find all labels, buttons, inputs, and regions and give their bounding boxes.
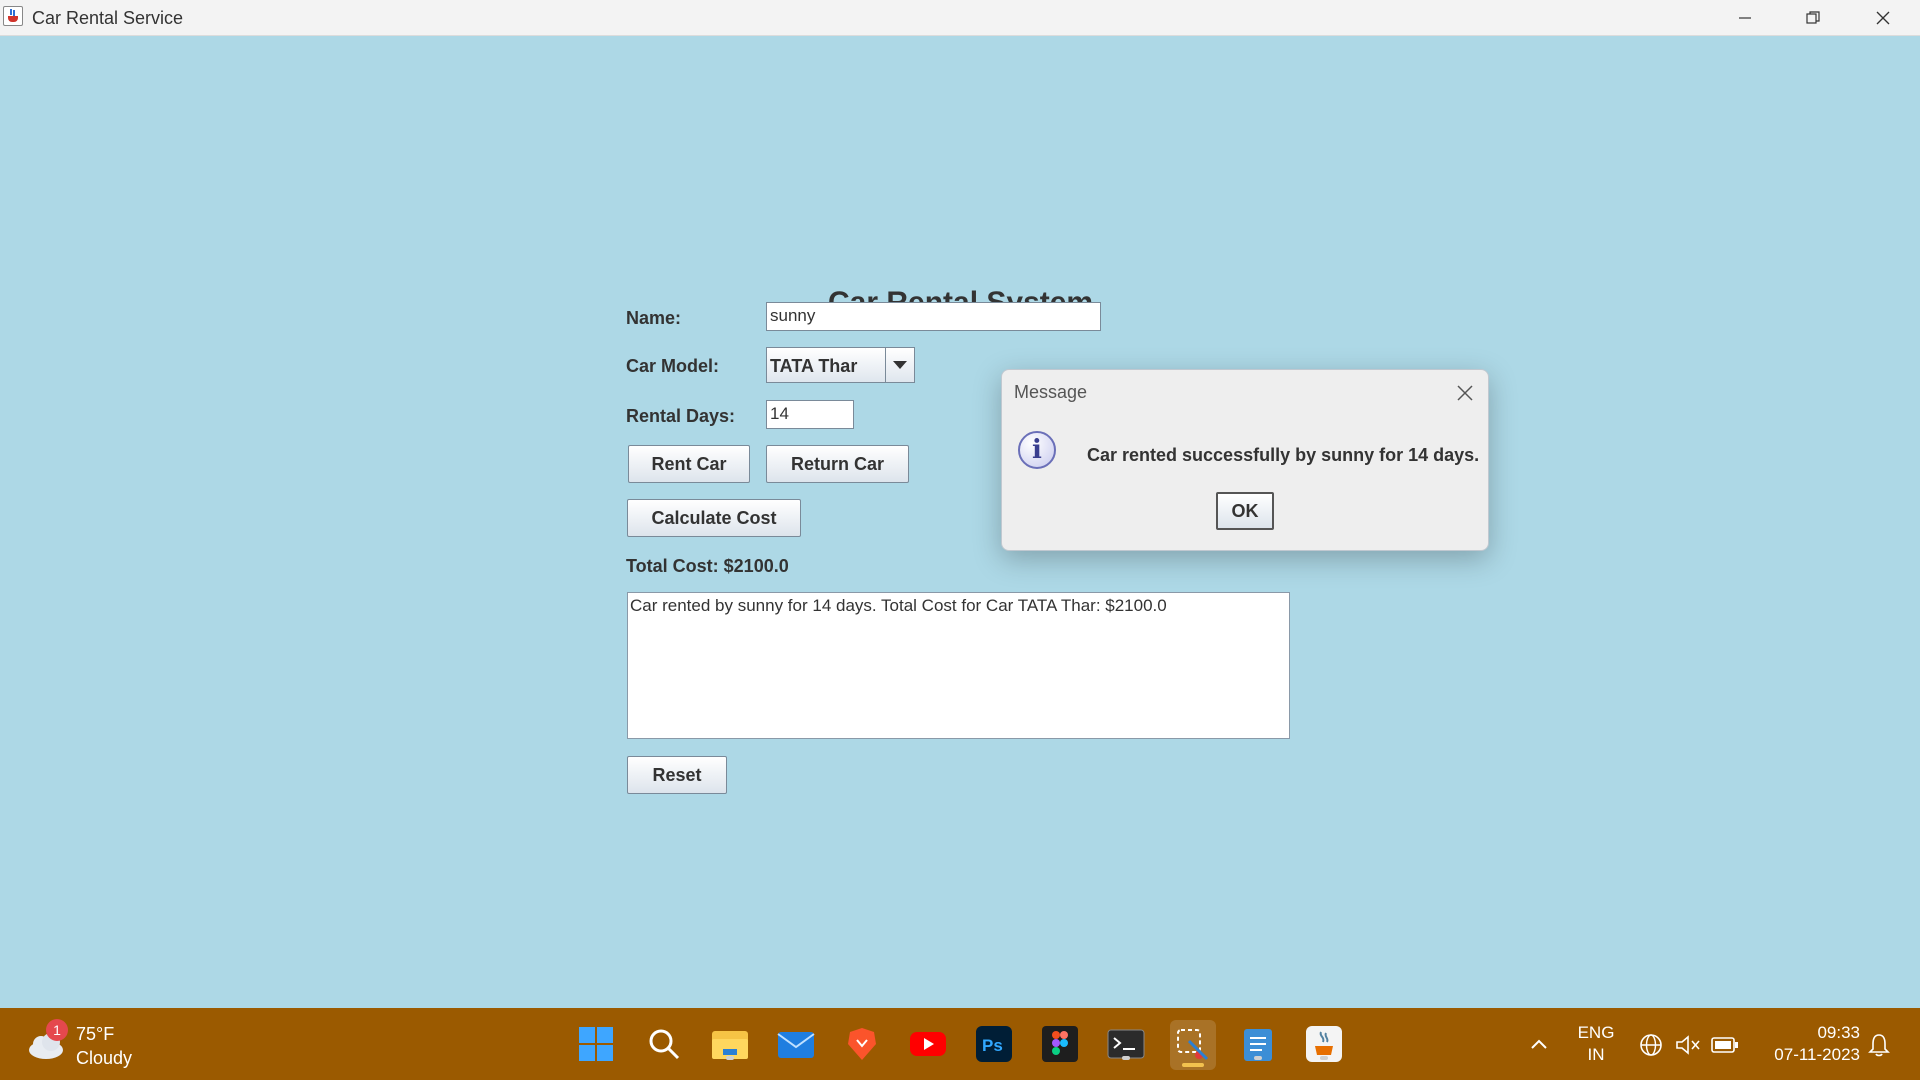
clock[interactable]: 09:33 07-11-2023 xyxy=(1756,1022,1860,1066)
snipping-tool-icon xyxy=(1177,1029,1209,1061)
java-app-icon xyxy=(3,6,23,26)
weather-desc: Cloudy xyxy=(76,1048,133,1068)
clock-date: 07-11-2023 xyxy=(1774,1045,1860,1064)
rent-car-button[interactable]: Rent Car xyxy=(628,445,750,483)
show-hidden-icons-button[interactable] xyxy=(1526,1032,1552,1056)
calculate-cost-button[interactable]: Calculate Cost xyxy=(627,499,801,537)
notepad-button[interactable] xyxy=(1238,1024,1278,1064)
weather-info[interactable]: 75°F Cloudy xyxy=(76,1022,132,1070)
language-indicator[interactable]: ENG IN xyxy=(1574,1022,1618,1066)
terminal-button[interactable] xyxy=(1106,1024,1146,1064)
search-button[interactable] xyxy=(644,1024,684,1064)
dialog-title: Message xyxy=(1014,382,1088,402)
battery-button[interactable] xyxy=(1710,1032,1740,1058)
file-explorer-button[interactable] xyxy=(710,1024,750,1064)
figma-icon xyxy=(1042,1026,1078,1062)
running-indicator xyxy=(1122,1056,1130,1060)
figma-button[interactable] xyxy=(1040,1024,1080,1064)
start-button[interactable] xyxy=(576,1024,616,1064)
rental-days-input[interactable]: 14 xyxy=(766,400,854,429)
weather-badge: 1 xyxy=(46,1019,68,1041)
running-indicator xyxy=(1320,1056,1328,1060)
active-indicator xyxy=(1182,1063,1204,1067)
name-label: Name: xyxy=(626,308,682,328)
volume-button[interactable] xyxy=(1674,1032,1702,1058)
info-icon: i xyxy=(1018,431,1056,469)
network-button[interactable] xyxy=(1638,1032,1664,1058)
weather-temp: 75°F xyxy=(76,1024,115,1044)
restore-icon xyxy=(1806,10,1820,24)
taskbar: 1 75°F Cloudy Ps ENG IN 09:33 07-11-2023 xyxy=(0,1008,1920,1080)
language-bottom: IN xyxy=(1587,1045,1605,1064)
search-icon xyxy=(649,1029,680,1060)
dialog-message: Car rented successfully by sunny for 14 … xyxy=(1087,445,1480,465)
minimize-icon xyxy=(1739,16,1751,19)
close-icon xyxy=(1457,385,1473,401)
reset-button[interactable]: Reset xyxy=(627,756,727,794)
return-car-button[interactable]: Return Car xyxy=(766,445,909,483)
clock-time: 09:33 xyxy=(1817,1023,1860,1042)
brave-icon xyxy=(848,1028,876,1060)
start-icon xyxy=(579,1027,613,1061)
bell-icon xyxy=(1868,1034,1890,1057)
mail-icon xyxy=(777,1032,815,1058)
photoshop-button[interactable]: Ps xyxy=(974,1024,1014,1064)
brave-button[interactable] xyxy=(842,1024,882,1064)
running-indicator xyxy=(726,1056,734,1060)
total-cost-label: Total Cost: $2100.0 xyxy=(626,556,789,576)
running-indicator xyxy=(1254,1056,1262,1060)
mail-button[interactable] xyxy=(776,1024,816,1064)
main-panel: Car Rental System xyxy=(0,36,1920,1008)
car-model-value: TATA Thar xyxy=(770,356,858,376)
car-model-label: Car Model: xyxy=(626,356,720,376)
ok-button[interactable]: OK xyxy=(1216,492,1274,530)
minimize-button[interactable] xyxy=(1710,0,1780,35)
globe-icon xyxy=(1640,1034,1662,1056)
close-icon xyxy=(1876,11,1890,24)
battery-icon xyxy=(1711,1037,1738,1053)
chevron-up-icon xyxy=(1531,1039,1547,1049)
title-bar[interactable]: Car Rental Service xyxy=(0,0,1920,36)
dropdown-arrow-button[interactable] xyxy=(885,348,914,382)
youtube-icon xyxy=(910,1032,946,1056)
youtube-button[interactable] xyxy=(908,1024,948,1064)
photoshop-icon: Ps xyxy=(976,1026,1012,1062)
chevron-down-icon xyxy=(893,361,907,369)
svg-text:Ps: Ps xyxy=(982,1036,1003,1055)
java-button[interactable] xyxy=(1304,1024,1344,1064)
app-window: Car Rental Service Car Rental System Nam… xyxy=(0,0,1920,1008)
car-model-select[interactable]: TATA Thar xyxy=(766,347,915,383)
window-title: Car Rental Service xyxy=(32,8,184,28)
language-top: ENG xyxy=(1577,1023,1615,1042)
volume-muted-icon xyxy=(1676,1035,1700,1055)
message-dialog: Message i Car rented successfully by sun… xyxy=(1001,369,1489,551)
rental-log-textarea[interactable]: Car rented by sunny for 14 days. Total C… xyxy=(627,592,1290,739)
notifications-button[interactable] xyxy=(1866,1032,1892,1058)
restore-button[interactable] xyxy=(1778,0,1848,35)
rental-days-label: Rental Days: xyxy=(626,406,736,426)
close-window-button[interactable] xyxy=(1848,0,1918,35)
snipping-tool-button[interactable] xyxy=(1170,1020,1216,1070)
dialog-close-button[interactable] xyxy=(1454,382,1476,404)
name-input[interactable]: sunny xyxy=(766,302,1101,331)
